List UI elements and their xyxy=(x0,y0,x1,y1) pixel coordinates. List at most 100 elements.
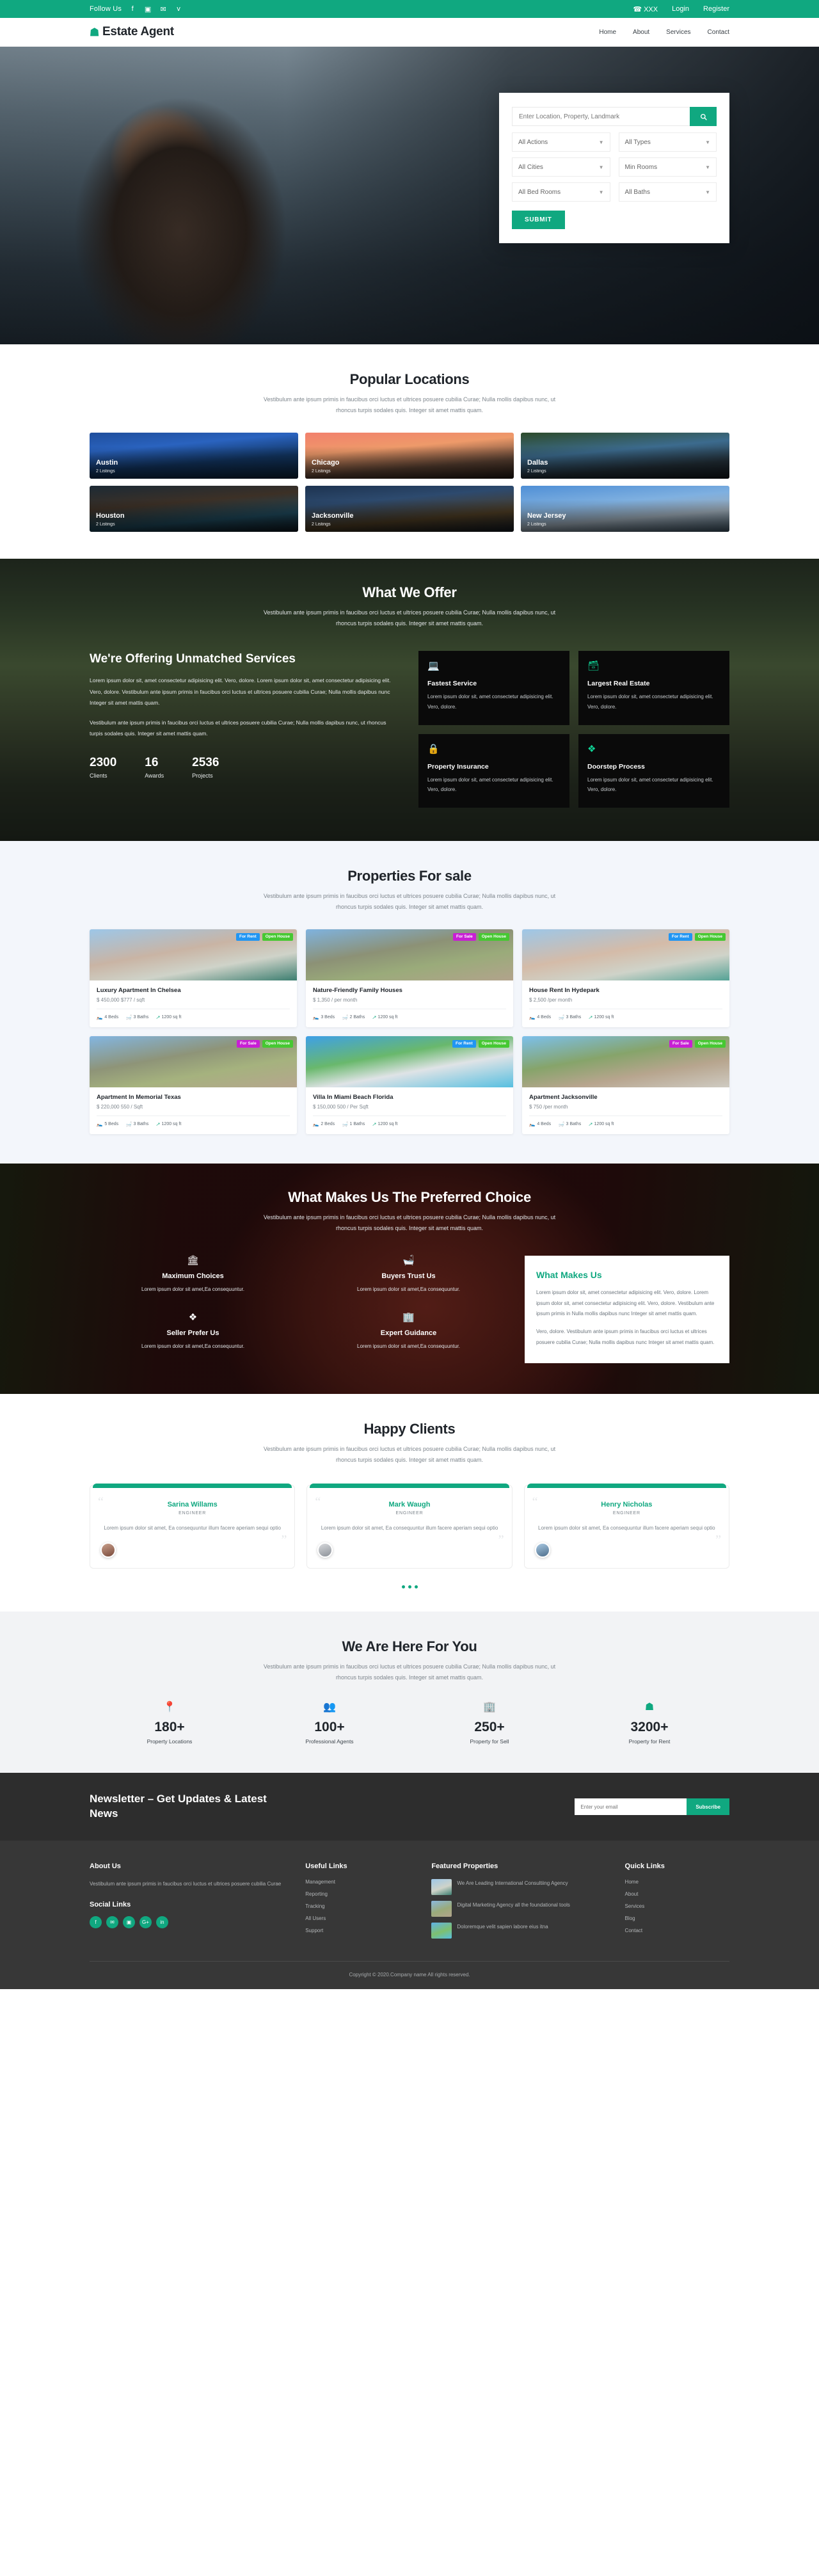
twitter-icon[interactable]: ✉ xyxy=(159,4,168,13)
footer-link-support[interactable]: Support xyxy=(305,1928,417,1933)
nav-item-services[interactable]: Services xyxy=(666,29,690,36)
carousel-dots xyxy=(90,1585,729,1589)
property-card[interactable]: For Rent Open House House Rent In Hydepa… xyxy=(522,929,729,1027)
bed-icon: 🛌 xyxy=(313,1014,319,1020)
property-baths: 🛁 3 Baths xyxy=(558,1014,581,1020)
linkedin-icon[interactable]: in xyxy=(156,1916,168,1929)
nav-item-about[interactable]: About xyxy=(633,29,649,36)
instagram-icon[interactable]: ▣ xyxy=(123,1916,135,1929)
featured-property-item[interactable]: Doloremque velit sapien labore eius itna xyxy=(431,1923,610,1939)
section-title: Happy Clients xyxy=(363,1421,456,1437)
select-all-bed-rooms[interactable]: All Bed Rooms ▼ xyxy=(512,182,610,202)
facebook-icon[interactable]: f xyxy=(128,4,137,13)
select-all-baths-label: All Baths xyxy=(624,188,650,196)
property-card[interactable]: For Rent Open House Villa In Miami Beach… xyxy=(306,1036,513,1134)
beds-label: 4 Beds xyxy=(537,1121,552,1126)
topbar-links: ☎ XXX Login Register xyxy=(633,5,729,13)
footer-link-management[interactable]: Management xyxy=(305,1879,417,1885)
facebook-icon[interactable]: f xyxy=(90,1916,102,1929)
location-card[interactable]: Jacksonville 2 Listings xyxy=(305,486,514,532)
feature-desc: Lorem ipsum dolor sit, amet consectetur … xyxy=(587,776,713,793)
quote-open-icon: “ xyxy=(532,1495,538,1510)
twitter-icon[interactable]: ✉ xyxy=(106,1916,118,1929)
here-for-you-section: We Are Here For You Vestibulum ante ipsu… xyxy=(0,1612,819,1773)
property-beds: 🛌 4 Beds xyxy=(529,1014,551,1020)
property-card[interactable]: For Sale Open House Apartment In Memoria… xyxy=(90,1036,297,1134)
open-house-badge: Open House xyxy=(478,1039,509,1048)
feature-card-doorstep-process[interactable]: ❖ Doorstep Process Lorem ipsum dolor sit… xyxy=(578,733,729,808)
offer-paragraph-1: Lorem ipsum dolor sit, amet consectetur … xyxy=(90,677,391,707)
newsletter-email-input[interactable] xyxy=(575,1798,687,1816)
location-card[interactable]: Austin 2 Listings xyxy=(90,433,298,479)
property-card[interactable]: For Sale Open House Apartment Jacksonvil… xyxy=(522,1036,729,1134)
location-card[interactable]: New Jersey 2 Listings xyxy=(521,486,729,532)
footer-link-reporting[interactable]: Reporting xyxy=(305,1891,417,1897)
register-link[interactable]: Register xyxy=(703,5,729,13)
select-all-types-label: All Types xyxy=(624,138,651,146)
property-beds: 🛌 2 Beds xyxy=(313,1121,335,1127)
google-plus-icon[interactable]: G+ xyxy=(139,1916,152,1929)
why-title: Expert Guidance xyxy=(380,1329,437,1337)
footer-link-all-users[interactable]: All Users xyxy=(305,1916,417,1921)
brand-logo[interactable]: ☗ Estate Agent xyxy=(90,25,174,39)
vimeo-icon[interactable]: v xyxy=(174,4,183,13)
follow-us-group: Follow Us f ▣ ✉ v xyxy=(90,4,183,13)
carousel-dot-2[interactable] xyxy=(408,1585,411,1589)
feature-card-largest-real-estate[interactable]: 🗃 Largest Real Estate Lorem ipsum dolor … xyxy=(578,651,729,725)
location-listings: 2 Listings xyxy=(527,469,546,474)
select-all-types[interactable]: All Types ▼ xyxy=(618,132,717,152)
section-title: What Makes Us The Preferred Choice xyxy=(288,1188,531,1205)
stat-projects: 2536 Projects xyxy=(192,756,219,779)
properties-for-sale-section: Properties For sale Vestibulum ante ipsu… xyxy=(0,840,819,1164)
phone-link[interactable]: ☎ XXX xyxy=(633,5,658,13)
why-item-expert-guidance: 🏢 Expert Guidance Lorem ipsum dolor sit … xyxy=(305,1313,512,1352)
location-card[interactable]: Houston 2 Listings xyxy=(90,486,298,532)
footer-link-tracking[interactable]: Tracking xyxy=(305,1903,417,1909)
stat-property-for-rent: ☗ 3200+ Property for Rent xyxy=(569,1702,729,1745)
featured-property-item[interactable]: We Are Leading International Consultiing… xyxy=(431,1879,610,1896)
testimonial-card: “ ” Henry Nicholas ENGINEER Lorem ipsum … xyxy=(523,1484,729,1569)
follow-us-label: Follow Us xyxy=(90,5,122,13)
location-name: Chicago xyxy=(312,459,340,467)
location-listings: 2 Listings xyxy=(96,522,115,527)
property-image: For Sale Open House xyxy=(306,929,513,980)
submit-button[interactable]: SUBMIT xyxy=(512,211,565,229)
search-button[interactable] xyxy=(690,107,717,126)
select-all-actions[interactable]: All Actions ▼ xyxy=(512,132,610,152)
why-items-grid: 🏛 Maximum Choices Lorem ipsum dolor sit … xyxy=(90,1256,512,1351)
select-all-cities[interactable]: All Cities ▼ xyxy=(512,157,610,177)
nav-item-contact[interactable]: Contact xyxy=(708,29,729,36)
carousel-dot-3[interactable] xyxy=(414,1585,418,1589)
location-card[interactable]: Dallas 2 Listings xyxy=(521,433,729,479)
featured-property-item[interactable]: Digital Marketing Agency all the foundat… xyxy=(431,1901,610,1917)
subscribe-button[interactable]: Subscribe xyxy=(687,1798,729,1816)
feature-card-fastest-service[interactable]: 💻 Fastest Service Lorem ipsum dolor sit,… xyxy=(418,651,569,725)
open-house-badge: Open House xyxy=(262,932,293,941)
why-desc: Lorem ipsum dolor sit amet,Ea consequunt… xyxy=(141,1343,244,1349)
footer-featured-title: Featured Properties xyxy=(431,1862,498,1871)
feature-card-property-insurance[interactable]: 🔒 Property Insurance Lorem ipsum dolor s… xyxy=(418,733,569,808)
search-input[interactable] xyxy=(512,107,690,126)
footer-quick-home[interactable]: Home xyxy=(625,1879,729,1885)
stat-number: 2300 xyxy=(90,755,117,769)
stat-property-locations: 📍 180+ Property Locations xyxy=(90,1702,250,1745)
location-card[interactable]: Chicago 2 Listings xyxy=(305,433,514,479)
login-link[interactable]: Login xyxy=(672,5,689,13)
testimonial-text: Lorem ipsum dolor sit amet, Ea consequun… xyxy=(104,1525,281,1532)
locations-grid: Austin 2 Listings Chicago 2 Listings Dal… xyxy=(90,433,729,532)
select-min-rooms[interactable]: Min Rooms ▼ xyxy=(618,157,717,177)
footer-quick-about[interactable]: About xyxy=(625,1891,729,1897)
area-label: 1200 sq ft xyxy=(594,1121,614,1126)
footer-quick-contact[interactable]: Contact xyxy=(625,1928,729,1933)
property-card[interactable]: For Rent Open House Luxury Apartment In … xyxy=(90,929,297,1027)
carousel-dot-1[interactable] xyxy=(401,1585,405,1589)
nav-item-home[interactable]: Home xyxy=(599,29,616,36)
property-title: Luxury Apartment In Chelsea xyxy=(97,986,181,994)
select-all-baths[interactable]: All Baths ▼ xyxy=(618,182,717,202)
footer-quick-services[interactable]: Services xyxy=(625,1903,729,1909)
home-icon: ☗ xyxy=(90,26,99,38)
instagram-icon[interactable]: ▣ xyxy=(143,4,152,13)
baths-label: 3 Baths xyxy=(133,1014,149,1020)
footer-quick-blog[interactable]: Blog xyxy=(625,1916,729,1921)
property-card[interactable]: For Sale Open House Nature-Friendly Fami… xyxy=(306,929,513,1027)
